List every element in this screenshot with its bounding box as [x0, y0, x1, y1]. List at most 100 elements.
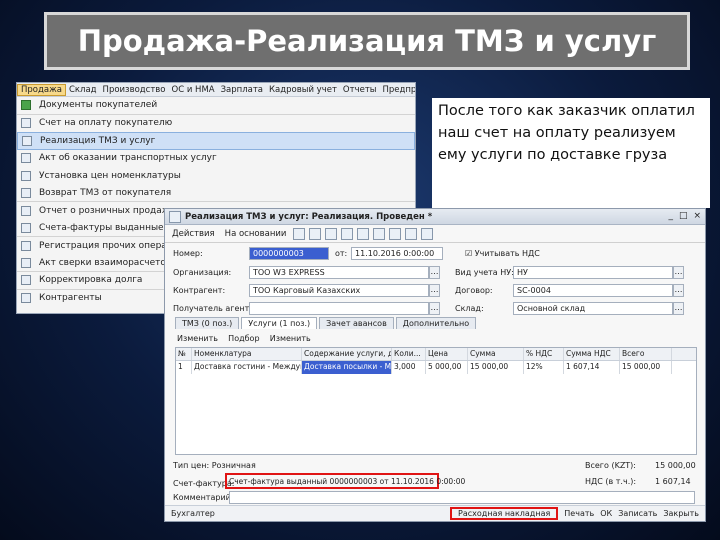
doc-icon: [21, 293, 31, 304]
save-icon[interactable]: [293, 227, 306, 240]
minimize-icon[interactable]: _: [668, 211, 673, 221]
menubar-item[interactable]: ОС и НМА: [169, 85, 218, 95]
menubar: Продажа Склад Производство ОС и НМА Зарплата…: [17, 83, 415, 97]
menu-item[interactable]: Счет на оплату покупателю: [17, 115, 415, 133]
doc-icon: [21, 118, 31, 129]
column-header[interactable]: Сумма НДС: [564, 348, 620, 360]
waybill-button[interactable]: Расходная накладная: [450, 507, 559, 520]
warehouse-select-button[interactable]: …: [673, 302, 684, 315]
unpost-icon[interactable]: [325, 227, 338, 240]
calc-icon[interactable]: [405, 227, 418, 240]
column-header[interactable]: % НДС: [524, 348, 564, 360]
table-pick-button[interactable]: Подбор: [228, 334, 259, 343]
contractor-select-button[interactable]: …: [429, 284, 440, 297]
contract-select-button[interactable]: …: [673, 284, 684, 297]
menu-item-label: Установка цен номенклатуры: [39, 170, 181, 181]
menu-item[interactable]: Установка цен номенклатуры: [17, 167, 415, 185]
menu-item-label: Реализация ТМЗ и услуг: [40, 135, 156, 146]
number-field[interactable]: 0000000003: [249, 247, 329, 260]
table-cell[interactable]: 1 607,14: [564, 361, 620, 374]
recipient-select-button[interactable]: …: [429, 302, 440, 315]
menu-item-label: Отчет о розничных продажах: [39, 205, 181, 216]
column-header[interactable]: №: [176, 348, 192, 360]
doc-icon: [21, 275, 31, 286]
warehouse-field[interactable]: Основной склад: [513, 302, 673, 315]
invoice-link[interactable]: Счет-фактура выданный 0000000003 от 11.1…: [229, 477, 465, 486]
menubar-item[interactable]: Предприятие: [379, 85, 415, 95]
doc-icon: [21, 187, 31, 198]
ok-button[interactable]: ОК: [600, 509, 612, 518]
account-type-button[interactable]: …: [673, 266, 684, 279]
price-type-label[interactable]: Тип цен: Розничная: [173, 461, 256, 470]
actions-menu[interactable]: Действия: [169, 229, 218, 239]
date-field[interactable]: 11.10.2016 0:00:00: [351, 247, 443, 260]
save-button[interactable]: Записать: [618, 509, 657, 518]
table-cell[interactable]: 15 000,00: [620, 361, 672, 374]
table-cell[interactable]: 5 000,00: [426, 361, 468, 374]
table-change-button[interactable]: Изменить: [177, 334, 218, 343]
window-controls: _ □ ×: [668, 211, 701, 221]
movement-icon[interactable]: [373, 227, 386, 240]
vat-total-value: 1 607,14: [655, 477, 691, 486]
vat-checkbox-label[interactable]: ☑ Учитывать НДС: [465, 249, 540, 258]
document-tab[interactable]: Услуги (1 поз.): [241, 317, 318, 329]
document-tab[interactable]: Дополнительно: [395, 317, 477, 329]
menu-item[interactable]: Акт об оказании транспортных услуг: [17, 150, 415, 168]
org-select-button[interactable]: …: [429, 266, 440, 279]
responsible-label[interactable]: Бухгалтер: [171, 509, 215, 518]
menu-item-label: Счет на оплату покупателю: [39, 118, 173, 129]
menubar-item[interactable]: Производство: [100, 85, 169, 95]
menu-item[interactable]: Документы покупателей: [17, 97, 415, 115]
menu-item[interactable]: Возврат ТМЗ от покупателя: [17, 185, 415, 202]
close-icon[interactable]: ×: [693, 211, 701, 221]
table-cell[interactable]: 3,000: [392, 361, 426, 374]
document-titlebar: Реализация ТМЗ и услуг: Реализация. Пров…: [165, 209, 705, 225]
menu-item[interactable]: Реализация ТМЗ и услуг: [17, 132, 415, 150]
table-row[interactable]: 1Доставка гостини - МеждународнаяДоставк…: [176, 361, 696, 374]
menubar-item[interactable]: Зарплата: [218, 85, 266, 95]
contract-field[interactable]: SC-0004: [513, 284, 673, 297]
column-header[interactable]: Коли...: [392, 348, 426, 360]
column-header[interactable]: Цена: [426, 348, 468, 360]
vat-total-label: НДС (в т.ч.):: [585, 477, 637, 486]
on-basis-button[interactable]: На основании: [222, 229, 290, 239]
refresh-icon[interactable]: [341, 227, 354, 240]
table-change2-button[interactable]: Изменить: [270, 334, 311, 343]
table-cell[interactable]: Доставка гостини - Международная: [192, 361, 302, 374]
structure-icon[interactable]: [357, 227, 370, 240]
table-cell[interactable]: 15 000,00: [468, 361, 524, 374]
document-tab[interactable]: ТМЗ (0 поз.): [175, 317, 240, 329]
column-header[interactable]: Сумма: [468, 348, 524, 360]
post-icon[interactable]: [309, 227, 322, 240]
menubar-item[interactable]: Кадровый учет: [266, 85, 340, 95]
table-body: 1Доставка гостини - МеждународнаяДоставк…: [176, 361, 696, 374]
close-button[interactable]: Закрыть: [663, 509, 699, 518]
recipient-field[interactable]: [249, 302, 429, 315]
menubar-item[interactable]: Склад: [66, 85, 100, 95]
column-header[interactable]: Содержание услуги, доп.: [302, 348, 392, 360]
account-type-field[interactable]: НУ: [513, 266, 673, 279]
document-tab[interactable]: Зачет авансов: [319, 317, 394, 329]
bottom-bar: Бухгалтер Расходная накладная Печать ОК …: [165, 505, 705, 521]
doc-icon: [21, 170, 31, 181]
column-header[interactable]: Всего: [620, 348, 672, 360]
organization-field[interactable]: ТОО W3 EXPRESS: [249, 266, 429, 279]
print-button[interactable]: Печать: [564, 509, 594, 518]
table-cell[interactable]: 1: [176, 361, 192, 374]
help-icon[interactable]: [421, 227, 434, 240]
document-icon: [169, 210, 181, 223]
maximize-icon[interactable]: □: [679, 211, 688, 221]
table-cell[interactable]: Доставка посылки - Ме...: [302, 361, 392, 374]
date-from-label: от:: [335, 249, 348, 258]
instruction-text: После того как заказчик оплатил наш счет…: [438, 103, 695, 163]
report-icon[interactable]: [389, 227, 402, 240]
org-label: Организация:: [173, 268, 232, 277]
table-cell[interactable]: 12%: [524, 361, 564, 374]
comment-field[interactable]: [229, 491, 695, 504]
vat-label-text: Учитывать НДС: [474, 249, 540, 258]
menubar-item[interactable]: Продажа: [17, 83, 66, 96]
menubar-item[interactable]: Отчеты: [340, 85, 380, 95]
doc-icon: [21, 222, 31, 233]
column-header[interactable]: Номенклатура: [192, 348, 302, 360]
contractor-field[interactable]: ТОО Карговый Казахских: [249, 284, 429, 297]
